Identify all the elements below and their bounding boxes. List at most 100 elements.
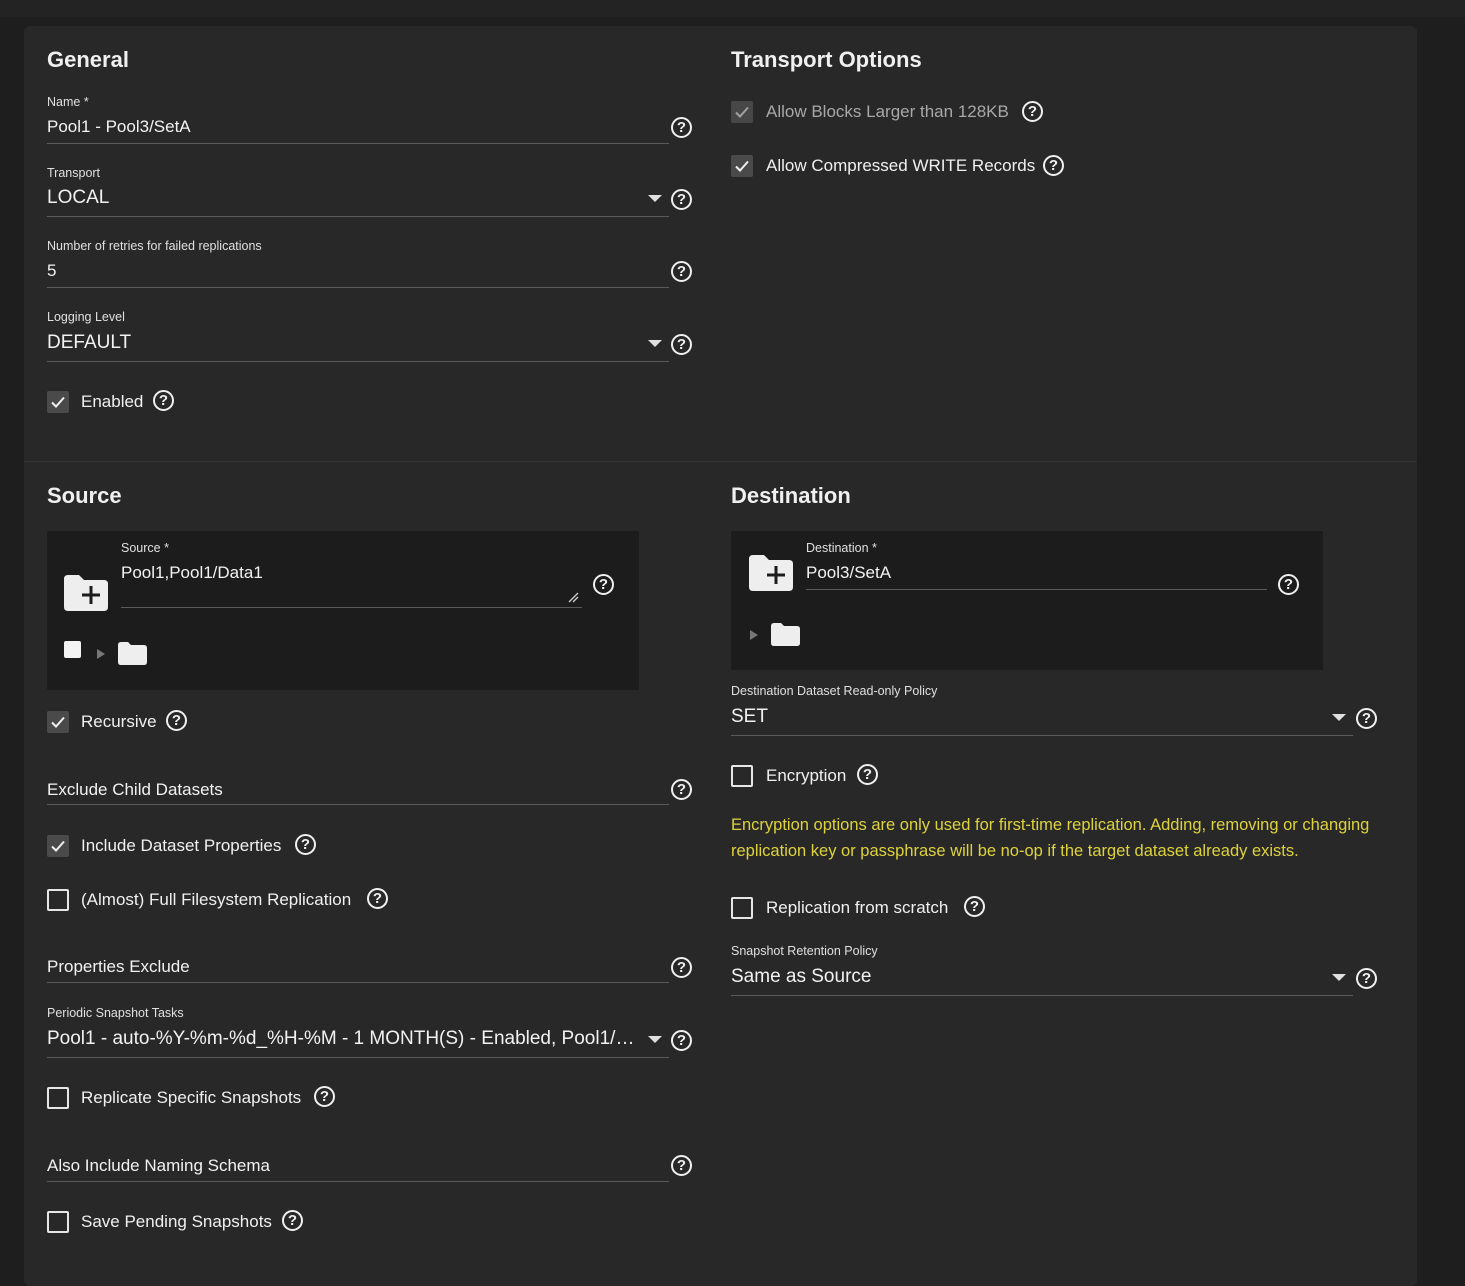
help-icon[interactable]: ?: [1043, 155, 1064, 176]
help-icon[interactable]: ?: [166, 710, 187, 731]
encryption-warning: Encryption options are only used for fir…: [731, 816, 1370, 860]
general-title: General: [47, 47, 129, 72]
include-props-checkbox[interactable]: [47, 835, 69, 857]
help-icon[interactable]: ?: [857, 764, 878, 785]
compressed-label: Allow Compressed WRITE Records: [766, 156, 1036, 175]
top-bar: [0, 0, 1465, 17]
periodic-select[interactable]: Pool1 - auto-%Y-%m-%d_%H-%M - 1 MONTH(S)…: [47, 1028, 637, 1050]
checkmark-icon: [51, 396, 65, 408]
encryption-checkbox[interactable]: [731, 765, 753, 787]
chevron-down-icon[interactable]: [648, 195, 662, 202]
enabled-checkbox[interactable]: [47, 391, 69, 413]
chevron-down-icon[interactable]: [648, 1036, 662, 1043]
folder-add-icon[interactable]: [63, 574, 109, 612]
help-icon[interactable]: ?: [314, 1086, 335, 1107]
folder-add-icon[interactable]: [748, 554, 794, 592]
source-title: Source: [47, 483, 122, 508]
help-icon[interactable]: ?: [1278, 574, 1299, 595]
retries-underline: [47, 287, 669, 288]
retries-input[interactable]: 5: [47, 261, 657, 281]
help-icon[interactable]: ?: [671, 261, 692, 282]
expand-arrow-icon[interactable]: [750, 630, 758, 640]
large-blocks-checkbox[interactable]: [731, 101, 753, 123]
readonly-label: Destination Dataset Read-only Policy: [731, 684, 938, 698]
full-fs-label: (Almost) Full Filesystem Replication: [81, 890, 352, 909]
exclude-child-input[interactable]: Exclude Child Datasets: [47, 780, 647, 800]
transport-select[interactable]: LOCAL: [47, 187, 637, 209]
transport-underline: [47, 216, 669, 217]
replicate-specific-label: Replicate Specific Snapshots: [81, 1088, 302, 1107]
retention-label: Snapshot Retention Policy: [731, 944, 878, 958]
compressed-checkbox[interactable]: [731, 155, 753, 177]
source-input[interactable]: Pool1,Pool1/Data1: [121, 563, 561, 583]
checkmark-icon: [51, 840, 65, 852]
source-underline: [121, 607, 582, 608]
checkmark-icon: [735, 106, 749, 118]
help-icon[interactable]: ?: [1356, 708, 1377, 729]
retention-underline: [731, 995, 1353, 996]
naming-schema-input[interactable]: Also Include Naming Schema: [47, 1156, 647, 1176]
chevron-down-icon[interactable]: [648, 340, 662, 347]
help-icon[interactable]: ?: [593, 574, 614, 595]
help-icon[interactable]: ?: [671, 1155, 692, 1176]
name-underline: [47, 143, 669, 144]
retention-select[interactable]: Same as Source: [731, 966, 1321, 988]
include-props-label: Include Dataset Properties: [81, 836, 282, 855]
resize-handle-icon[interactable]: [567, 591, 579, 603]
recursive-checkbox[interactable]: [47, 711, 69, 733]
periodic-label: Periodic Snapshot Tasks: [47, 1006, 184, 1020]
periodic-underline: [47, 1057, 669, 1058]
replicate-specific-checkbox[interactable]: [47, 1087, 69, 1109]
exclude-child-underline: [47, 804, 669, 805]
logging-underline: [47, 361, 669, 362]
recursive-label: Recursive: [81, 712, 157, 731]
destination-underline: [806, 589, 1267, 590]
help-icon[interactable]: ?: [671, 779, 692, 800]
expand-arrow-icon[interactable]: [97, 649, 105, 659]
help-icon[interactable]: ?: [367, 888, 388, 909]
destination-label: Destination *: [806, 541, 877, 555]
transport-label: Transport: [47, 166, 101, 180]
help-icon[interactable]: ?: [964, 896, 985, 917]
chevron-down-icon[interactable]: [1332, 974, 1346, 981]
large-blocks-label: Allow Blocks Larger than 128KB: [766, 102, 1009, 121]
full-fs-checkbox[interactable]: [47, 889, 69, 911]
help-icon[interactable]: ?: [1356, 968, 1377, 989]
help-icon[interactable]: ?: [153, 390, 174, 411]
logging-select[interactable]: DEFAULT: [47, 332, 637, 354]
transport-options-title: Transport Options: [731, 47, 922, 72]
encryption-label: Encryption: [766, 766, 847, 785]
checkmark-icon: [51, 716, 65, 728]
folder-icon[interactable]: [770, 622, 801, 647]
help-icon[interactable]: ?: [295, 834, 316, 855]
readonly-underline: [731, 735, 1353, 736]
naming-schema-underline: [47, 1181, 669, 1182]
scratch-checkbox[interactable]: [731, 897, 753, 919]
logging-label: Logging Level: [47, 310, 125, 324]
help-icon[interactable]: ?: [671, 334, 692, 355]
retries-label: Number of retries for failed replication…: [47, 239, 262, 253]
name-label: Name *: [47, 95, 89, 109]
destination-input[interactable]: Pool3/SetA: [806, 563, 1256, 583]
help-icon[interactable]: ?: [671, 189, 692, 210]
props-exclude-underline: [47, 982, 669, 983]
enabled-label: Enabled: [81, 392, 144, 411]
checkmark-icon: [735, 160, 749, 172]
name-input[interactable]: Pool1 - Pool3/SetA: [47, 117, 657, 137]
section-divider: [24, 461, 1417, 462]
save-pending-label: Save Pending Snapshots: [81, 1212, 272, 1231]
chevron-down-icon[interactable]: [1332, 714, 1346, 721]
scratch-label: Replication from scratch: [766, 898, 949, 917]
help-icon[interactable]: ?: [671, 1030, 692, 1051]
folder-icon[interactable]: [117, 641, 148, 666]
tree-node-checkbox[interactable]: [64, 641, 81, 658]
save-pending-checkbox[interactable]: [47, 1211, 69, 1233]
source-label: Source *: [121, 541, 169, 555]
readonly-select[interactable]: SET: [731, 706, 1321, 728]
help-icon[interactable]: ?: [282, 1210, 303, 1231]
help-icon[interactable]: ?: [671, 957, 692, 978]
help-icon[interactable]: ?: [671, 117, 692, 138]
help-icon[interactable]: ?: [1022, 101, 1043, 122]
props-exclude-input[interactable]: Properties Exclude: [47, 957, 647, 977]
destination-title: Destination: [731, 483, 851, 508]
